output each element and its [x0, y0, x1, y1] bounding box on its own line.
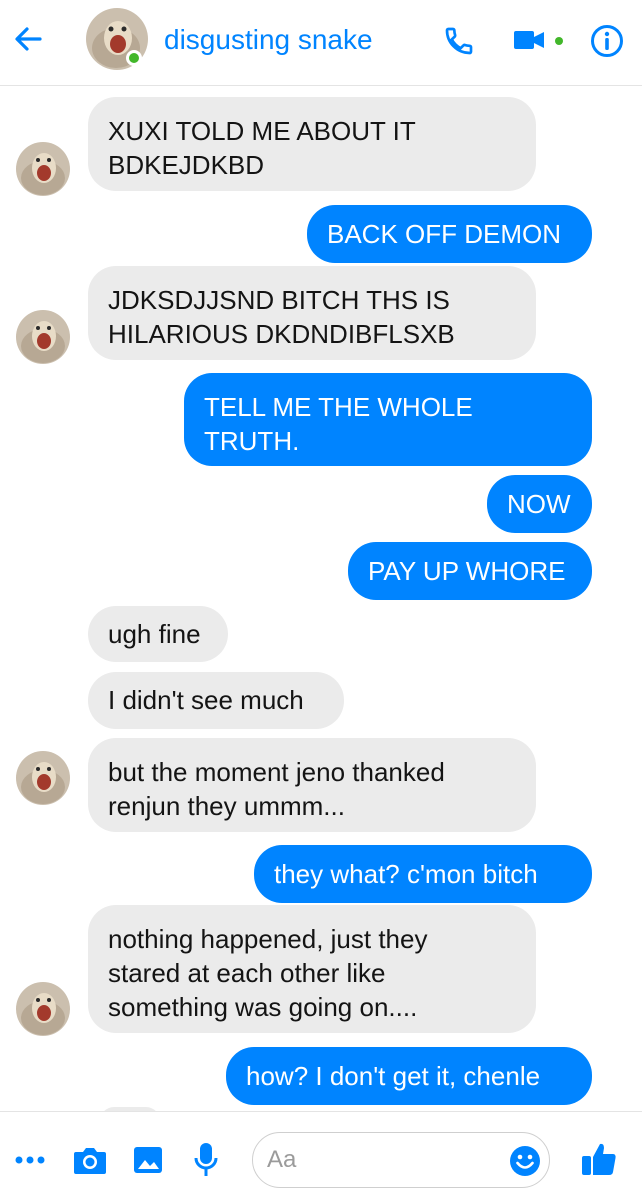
- back-arrow-icon: [15, 27, 42, 51]
- voice-message-button[interactable]: [184, 1136, 228, 1184]
- sender-avatar[interactable]: [16, 982, 70, 1036]
- emoji-icon: [510, 1146, 540, 1176]
- voice-call-button[interactable]: [438, 20, 480, 62]
- outgoing-message[interactable]: NOW: [487, 475, 592, 533]
- outgoing-message[interactable]: they what? c'mon bitch: [254, 845, 592, 903]
- outgoing-message[interactable]: how? I don't get it, chenle: [226, 1047, 592, 1105]
- more-actions-button[interactable]: [8, 1138, 52, 1182]
- incoming-message[interactable]: JDKSDJJSND BITCH THS IS HILARIOUS DKDNDI…: [88, 266, 536, 360]
- back-button[interactable]: [8, 16, 48, 62]
- incoming-message[interactable]: ugh fine: [88, 606, 228, 662]
- camera-icon: [74, 1148, 106, 1174]
- video-call-button[interactable]: [508, 22, 568, 60]
- incoming-message[interactable]: I didn't see much: [88, 672, 344, 729]
- incoming-message[interactable]: but the moment jeno thanked renjun they …: [88, 738, 536, 832]
- more-icon: [15, 1156, 45, 1164]
- contact-name[interactable]: disgusting snake: [164, 24, 373, 56]
- incoming-message[interactable]: XUXI TOLD ME ABOUT IT BDKEJDKBD: [88, 97, 536, 191]
- conversation-header: disgusting snake: [0, 0, 642, 86]
- gallery-button[interactable]: [126, 1138, 170, 1182]
- sender-avatar[interactable]: [16, 142, 70, 196]
- online-status-indicator: [126, 50, 142, 66]
- outgoing-message[interactable]: TELL ME THE WHOLE TRUTH.: [184, 373, 592, 466]
- thumbs-up-icon: [582, 1143, 616, 1175]
- outgoing-message[interactable]: PAY UP WHORE: [348, 542, 592, 600]
- phone-icon: [445, 27, 473, 55]
- info-icon: [591, 25, 623, 57]
- video-camera-icon: [514, 31, 563, 49]
- message-composer: [0, 1111, 642, 1200]
- outgoing-message[interactable]: BACK OFF DEMON: [307, 205, 592, 263]
- message-list[interactable]: XUXI TOLD ME ABOUT IT BDKEJDKBD BACK OFF…: [0, 87, 642, 1111]
- image-icon: [134, 1147, 162, 1173]
- message-input[interactable]: [267, 1145, 497, 1175]
- sender-avatar[interactable]: [16, 310, 70, 364]
- sender-avatar[interactable]: [16, 751, 70, 805]
- message-input-box[interactable]: [252, 1132, 550, 1188]
- microphone-icon: [194, 1143, 218, 1176]
- incoming-message[interactable]: nothing happened, just they stared at ea…: [88, 905, 536, 1033]
- conversation-info-button[interactable]: [586, 20, 628, 62]
- camera-button[interactable]: [68, 1138, 112, 1182]
- like-button[interactable]: [574, 1134, 624, 1184]
- emoji-button[interactable]: [509, 1145, 541, 1177]
